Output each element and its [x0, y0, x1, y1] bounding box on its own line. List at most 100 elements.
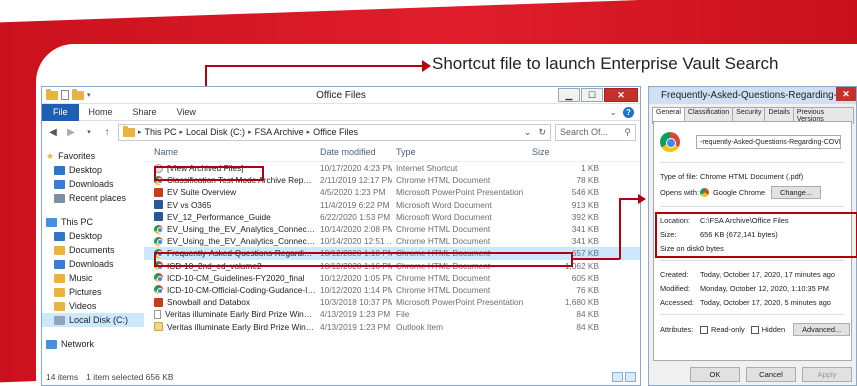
- nav-music[interactable]: Music: [42, 271, 144, 285]
- column-headers: Name Date modified Type Size: [144, 143, 640, 162]
- maximize-button[interactable]: ☐: [581, 88, 603, 102]
- large-icons-view-button[interactable]: [625, 371, 636, 382]
- refresh-icon[interactable]: ↻: [538, 127, 546, 138]
- file-name: Veritas illuminate Early Bird Prize Winn…: [167, 321, 316, 332]
- breadcrumb-local-disk[interactable]: Local Disk (C:): [186, 127, 245, 137]
- connector-line-vertical: [619, 198, 621, 259]
- change-button[interactable]: Change...: [771, 186, 822, 199]
- file-type: Chrome HTML Document: [396, 236, 491, 247]
- table-row[interactable]: ICD-10-CM_Guidelines-FY2020_final 10/12/2…: [144, 272, 640, 284]
- forward-button[interactable]: ▶: [64, 127, 78, 138]
- file-name: Veritas illuminate Early Bird Prize Winn…: [165, 309, 316, 320]
- file-name-cell: Veritas illuminate Early Bird Prize Winn…: [144, 309, 316, 319]
- file-rows: [View Archived Files] 10/17/2020 4:23 PM I…: [144, 162, 640, 333]
- hidden-label: Hidden: [761, 325, 786, 334]
- tab-home[interactable]: Home: [79, 107, 123, 117]
- properties-title-bar: Frequently-Asked-Questions-Regarding-COV…: [649, 87, 856, 104]
- nav-documents[interactable]: Documents: [42, 243, 144, 257]
- hidden-checkbox[interactable]: [750, 325, 759, 334]
- chrome-icon: [154, 224, 163, 234]
- table-row[interactable]: EV Suite Overview 4/5/2020 1:23 PM Microso…: [144, 186, 640, 198]
- breadcrumb-office-files[interactable]: Office Files: [313, 127, 358, 137]
- status-bar: 14 items 1 item selected 656 KB: [42, 368, 640, 385]
- close-button[interactable]: ✕: [604, 88, 638, 102]
- close-button[interactable]: ✕: [836, 87, 856, 101]
- tab-share[interactable]: Share: [123, 107, 167, 117]
- nav-this-pc[interactable]: This PC: [42, 215, 144, 229]
- table-row[interactable]: ICD-10-CM-Official-Coding-Gudance-In... 1…: [144, 284, 640, 296]
- file-type: Chrome HTML Document: [396, 284, 491, 295]
- type-label: Type of file:: [660, 172, 698, 181]
- nav-pictures[interactable]: Pictures: [42, 285, 144, 299]
- filename-input[interactable]: -requently-Asked-Questions-Regarding-COV…: [696, 135, 841, 149]
- modified-label: Modified:: [660, 284, 690, 293]
- file-date: 4/5/2020 1:23 PM: [320, 187, 386, 198]
- table-row[interactable]: Snowball and Databox 10/3/2018 10:37 PM Mi…: [144, 296, 640, 308]
- address-bar[interactable]: ▸ This PC ▸ Local Disk (C:) ▸ FSA Archiv…: [118, 123, 551, 141]
- videos-icon: [54, 301, 65, 311]
- tab-file[interactable]: File: [42, 103, 79, 121]
- minimize-button[interactable]: ▁: [558, 88, 580, 102]
- powerpoint-icon: [154, 297, 163, 307]
- breadcrumb-fsa-archive[interactable]: FSA Archive: [255, 127, 304, 137]
- breadcrumb-this-pc[interactable]: This PC: [145, 127, 177, 137]
- nav-network[interactable]: Network: [42, 337, 144, 351]
- recent-locations-icon[interactable]: ▾: [82, 128, 96, 136]
- cancel-button[interactable]: Cancel: [746, 367, 796, 382]
- table-row[interactable]: Veritas illuminate Early Bird Prize Winn…: [144, 320, 640, 332]
- navigation-row: ◀ ▶ ▾ ↑ ▸ This PC ▸ Local Disk (C:) ▸ FS…: [42, 121, 640, 143]
- file-date: 10/12/2020 1:05 PM: [320, 272, 392, 283]
- file-name: ICD-10-CM_Guidelines-FY2020_final: [167, 272, 305, 283]
- back-button[interactable]: ◀: [46, 127, 60, 138]
- properties-dialog: Frequently-Asked-Questions-Regarding-COV…: [648, 86, 857, 386]
- nav-downloads[interactable]: Downloads: [42, 177, 144, 191]
- file-name-cell: EV_Using_the_EV_Analytics_Connector: [144, 236, 316, 246]
- word-icon: [154, 200, 163, 210]
- file-name: EV_12_Performance_Guide: [167, 211, 271, 222]
- readonly-checkbox[interactable]: [700, 325, 708, 334]
- column-name[interactable]: Name: [144, 147, 316, 157]
- highlight-selected-file: [154, 252, 573, 267]
- table-row[interactable]: Veritas illuminate Early Bird Prize Winn…: [144, 308, 640, 320]
- star-icon: ★: [46, 150, 55, 161]
- column-type[interactable]: Type: [392, 147, 529, 157]
- ok-button[interactable]: OK: [690, 367, 740, 382]
- file-name-cell: EV_12_Performance_Guide: [144, 212, 316, 222]
- help-icon[interactable]: ?: [623, 106, 634, 118]
- selection-info: 1 item selected 656 KB: [86, 371, 174, 382]
- advanced-button[interactable]: Advanced...: [793, 323, 851, 336]
- address-dropdown-icon[interactable]: ⌄: [524, 127, 532, 138]
- file-name: Snowball and Databox: [167, 297, 251, 308]
- file-date: 4/13/2019 1:23 PM: [320, 321, 391, 332]
- tab-view[interactable]: View: [167, 107, 206, 117]
- desktop-icon: [54, 165, 65, 175]
- nav-pc-desktop[interactable]: Desktop: [42, 229, 144, 243]
- file-type: Internet Shortcut: [396, 163, 458, 174]
- column-size[interactable]: Size: [529, 147, 605, 157]
- table-row[interactable]: EV_Using_the_EV_Analytics_Connector 10/14…: [144, 235, 640, 247]
- created-value: Today, October 17, 2020, 17 minutes ago: [700, 270, 836, 279]
- divider: [660, 206, 845, 207]
- apply-button[interactable]: Apply: [802, 367, 852, 382]
- folder-icon: [123, 125, 135, 137]
- expand-ribbon-icon[interactable]: ⌄: [609, 107, 617, 118]
- accessed-value: Today, October 17, 2020, 5 minutes ago: [700, 298, 831, 307]
- file-date: 10/17/2020 4:23 PM: [320, 163, 392, 174]
- nav-pc-downloads[interactable]: Downloads: [42, 257, 144, 271]
- search-input[interactable]: Search Of... ⚲: [555, 123, 636, 141]
- nav-favorites[interactable]: ★ Favorites: [42, 149, 144, 163]
- nav-desktop[interactable]: Desktop: [42, 163, 144, 177]
- table-row[interactable]: EV_Using_the_EV_Analytics_Connector (1) 1…: [144, 223, 640, 235]
- callout-text: Shortcut file to launch Enterprise Vault…: [432, 54, 779, 73]
- up-button[interactable]: ↑: [100, 127, 114, 138]
- table-row[interactable]: EV_12_Performance_Guide 6/22/2020 1:53 PM…: [144, 211, 640, 223]
- table-row[interactable]: EV vs O365 11/4/2019 6:22 PM Microsoft Wor…: [144, 199, 640, 211]
- column-date[interactable]: Date modified: [316, 147, 392, 157]
- nav-local-disk[interactable]: Local Disk (C:): [42, 313, 144, 327]
- nav-recent-places[interactable]: Recent places: [42, 191, 144, 205]
- nav-videos[interactable]: Videos: [42, 299, 144, 313]
- details-view-button[interactable]: [612, 371, 623, 382]
- file-date: 2/11/2019 12:17 PM: [320, 175, 392, 186]
- file-name-cell: Veritas illuminate Early Bird Prize Winn…: [144, 322, 316, 332]
- connector-line-horizontal: [572, 258, 620, 260]
